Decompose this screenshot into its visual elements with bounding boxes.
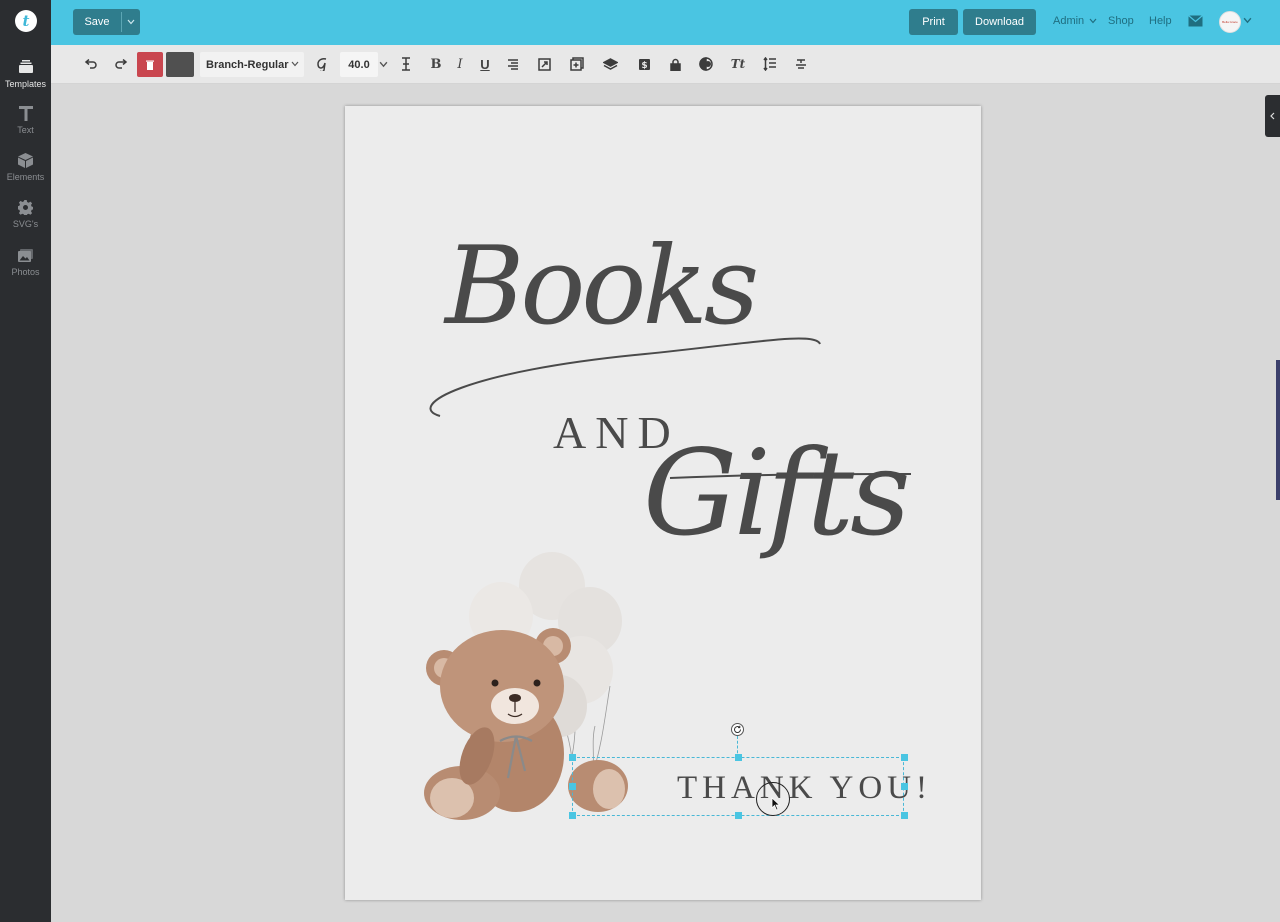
font-style-icon[interactable] <box>314 56 330 72</box>
shop-link[interactable]: Shop <box>1108 15 1134 27</box>
resize-handle-bottom[interactable] <box>735 812 742 819</box>
resize-handle-bottom-right[interactable] <box>901 812 908 819</box>
undo-icon[interactable] <box>82 56 98 72</box>
mouse-cursor-icon <box>771 797 781 811</box>
collapse-panel-button[interactable] <box>1265 95 1280 137</box>
templates-icon <box>17 58 35 76</box>
photos-icon <box>17 246 35 264</box>
chevron-down-icon <box>1089 18 1097 24</box>
text-icon <box>17 104 35 122</box>
admin-menu[interactable]: Admin <box>1053 15 1097 27</box>
sidebar-item-svgs[interactable]: SVG's <box>0 198 51 238</box>
text-color-swatch[interactable] <box>166 52 194 77</box>
chevron-down-icon <box>291 61 299 67</box>
title-gifts[interactable]: Gifts <box>643 424 911 562</box>
print-button[interactable]: Print <box>909 9 958 35</box>
resize-handle-bottom-left[interactable] <box>569 812 576 819</box>
bold-icon[interactable]: B <box>428 56 444 72</box>
line-height-icon[interactable] <box>762 56 778 72</box>
elements-icon <box>17 151 35 169</box>
text-path-icon[interactable] <box>793 56 809 72</box>
selection-box[interactable] <box>572 757 904 816</box>
sidebar-item-text[interactable]: Text <box>0 104 51 144</box>
resize-handle-top-left[interactable] <box>569 754 576 761</box>
save-options-button[interactable] <box>122 9 140 35</box>
mail-icon[interactable] <box>1188 15 1203 27</box>
text-transform-icon[interactable]: Tt <box>728 56 748 72</box>
app-logo[interactable]: t <box>15 10 37 32</box>
sidebar-item-label: Templates <box>4 79 47 89</box>
sidebar-item-label: Photos <box>11 267 40 277</box>
font-size-input[interactable]: 40.0 <box>340 52 378 77</box>
help-link[interactable]: Help <box>1149 15 1172 27</box>
right-panel-edge <box>1276 360 1280 500</box>
top-bar: Save Print Download Admin Shop Help Bell… <box>51 0 1280 45</box>
rotate-icon <box>734 725 742 733</box>
avatar[interactable]: Bella Grace <box>1219 11 1241 33</box>
chevron-down-icon[interactable] <box>379 60 388 69</box>
svg-text:$: $ <box>641 61 647 71</box>
save-button[interactable]: Save <box>73 9 121 35</box>
lock-icon[interactable] <box>667 56 683 72</box>
chevron-left-icon <box>1270 112 1275 120</box>
resize-handle-top[interactable] <box>735 754 742 761</box>
trash-icon <box>146 60 154 70</box>
format-toolbar: Branch-Regular 40.0 B I U $ Tt <box>51 45 1280 84</box>
sidebar-item-elements[interactable]: Elements <box>0 151 51 191</box>
chevron-down-icon[interactable] <box>1243 16 1252 25</box>
layers-icon[interactable] <box>602 56 618 72</box>
chevron-down-icon <box>127 19 135 25</box>
align-icon[interactable] <box>505 56 521 72</box>
resize-handle-right[interactable] <box>901 783 908 790</box>
design-canvas[interactable]: Books AND Gifts THANK YOU! <box>345 106 981 900</box>
opacity-icon[interactable] <box>698 56 714 72</box>
delete-button[interactable] <box>137 52 163 77</box>
redo-icon[interactable] <box>113 56 129 72</box>
resize-handle-left[interactable] <box>569 783 576 790</box>
underline-icon[interactable]: U <box>477 56 493 72</box>
duplicate-icon[interactable] <box>569 56 585 72</box>
letter-spacing-icon[interactable] <box>398 56 414 72</box>
resize-icon[interactable] <box>536 56 552 72</box>
sidebar-item-label: Elements <box>6 172 45 182</box>
rotate-handle[interactable] <box>731 723 744 736</box>
italic-icon[interactable]: I <box>452 56 468 72</box>
logo-letter: t <box>22 11 30 30</box>
sidebar-item-templates[interactable]: Templates <box>0 58 51 98</box>
resize-handle-top-right[interactable] <box>901 754 908 761</box>
sidebar-item-label: Text <box>17 125 34 135</box>
font-family-value: Branch-Regular <box>206 58 289 71</box>
sidebar-item-photos[interactable]: Photos <box>0 246 51 286</box>
dollar-icon[interactable]: $ <box>636 56 652 72</box>
sidebar-item-label: SVG's <box>12 219 39 229</box>
gear-icon <box>17 198 35 216</box>
font-family-select[interactable]: Branch-Regular <box>200 52 304 77</box>
save-button-group: Save <box>73 9 140 35</box>
left-sidebar: t Templates Text Elements SVG's Photos <box>0 0 51 922</box>
admin-label: Admin <box>1053 15 1085 27</box>
download-button[interactable]: Download <box>963 9 1036 35</box>
